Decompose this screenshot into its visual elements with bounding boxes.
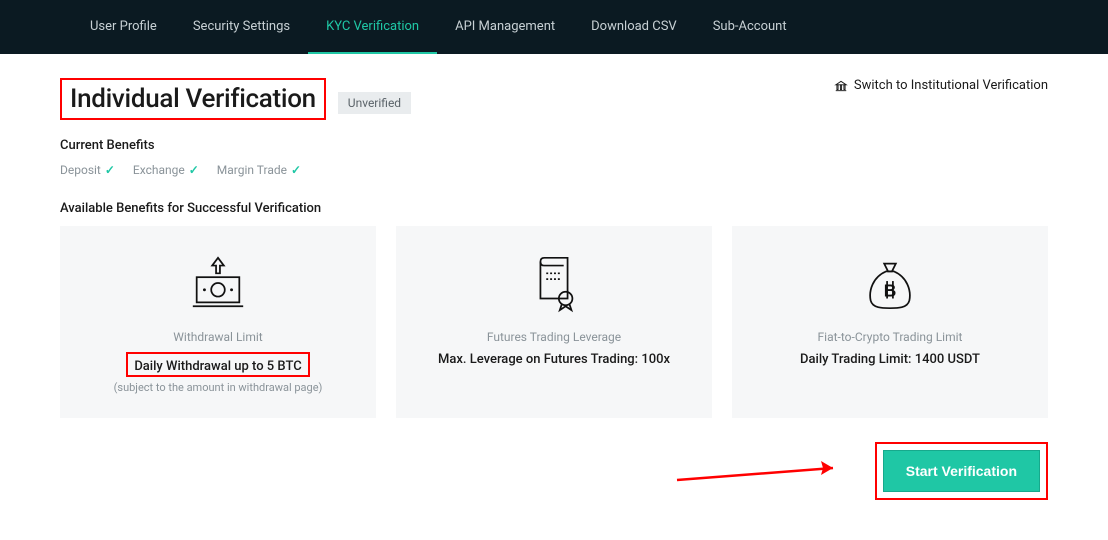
status-badge: Unverified <box>338 92 411 114</box>
svg-text:B: B <box>884 281 897 301</box>
top-nav: User Profile Security Settings KYC Verif… <box>0 0 1108 54</box>
card-withdrawal-title: Withdrawal Limit <box>173 330 262 344</box>
benefit-card-leverage: Futures Trading Leverage Max. Leverage o… <box>396 226 712 418</box>
cta-row: Start Verification <box>60 442 1048 500</box>
fiat-bag-icon: B <box>855 248 925 318</box>
card-leverage-value: Max. Leverage on Futures Trading: 100x <box>438 352 670 367</box>
nav-user-profile[interactable]: User Profile <box>72 0 175 54</box>
card-withdrawal-note: (subject to the amount in withdrawal pag… <box>114 381 323 394</box>
page-title: Individual Verification <box>70 84 316 114</box>
nav-api-management[interactable]: API Management <box>437 0 573 54</box>
card-withdrawal-value: Daily Withdrawal up to 5 BTC <box>134 359 301 374</box>
page-title-highlight: Individual Verification <box>60 78 326 120</box>
money-out-icon <box>183 248 253 318</box>
benefit-margin-trade-label: Margin Trade <box>217 163 287 177</box>
benefit-card-withdrawal: Withdrawal Limit Daily Withdrawal up to … <box>60 226 376 418</box>
main-content: Individual Verification Unverified Switc… <box>0 54 1108 540</box>
certificate-icon <box>519 248 589 318</box>
check-icon: ✓ <box>291 163 301 177</box>
cta-highlight: Start Verification <box>875 442 1048 500</box>
benefit-exchange-label: Exchange <box>133 163 185 177</box>
check-icon: ✓ <box>105 163 115 177</box>
switch-institutional-link[interactable]: Switch to Institutional Verification <box>834 78 1048 93</box>
start-verification-button[interactable]: Start Verification <box>883 450 1040 492</box>
check-icon: ✓ <box>189 163 199 177</box>
card-fiat-title: Fiat-to-Crypto Trading Limit <box>818 330 963 344</box>
card-fiat-value: Daily Trading Limit: 1400 USDT <box>800 352 980 367</box>
nav-security-settings[interactable]: Security Settings <box>175 0 308 54</box>
title-group: Individual Verification Unverified <box>60 78 411 120</box>
benefit-deposit-label: Deposit <box>60 163 101 177</box>
benefit-deposit: Deposit ✓ <box>60 163 115 177</box>
nav-sub-account[interactable]: Sub-Account <box>695 0 805 54</box>
institution-icon <box>834 79 848 93</box>
annotation-arrow-icon <box>673 456 853 486</box>
card-leverage-title: Futures Trading Leverage <box>487 330 621 344</box>
available-benefits-label: Available Benefits for Successful Verifi… <box>60 201 1048 216</box>
benefit-exchange: Exchange ✓ <box>133 163 199 177</box>
nav-kyc-verification[interactable]: KYC Verification <box>308 0 437 54</box>
current-benefits-label: Current Benefits <box>60 138 1048 153</box>
current-benefits-list: Deposit ✓ Exchange ✓ Margin Trade ✓ <box>60 163 1048 177</box>
nav-download-csv[interactable]: Download CSV <box>573 0 695 54</box>
benefit-margin-trade: Margin Trade ✓ <box>217 163 301 177</box>
benefit-cards-row: Withdrawal Limit Daily Withdrawal up to … <box>60 226 1048 418</box>
header-row: Individual Verification Unverified Switc… <box>60 78 1048 120</box>
switch-institutional-label: Switch to Institutional Verification <box>854 78 1048 93</box>
card-withdrawal-highlight: Daily Withdrawal up to 5 BTC <box>126 352 309 377</box>
benefit-card-fiat: B Fiat-to-Crypto Trading Limit Daily Tra… <box>732 226 1048 418</box>
